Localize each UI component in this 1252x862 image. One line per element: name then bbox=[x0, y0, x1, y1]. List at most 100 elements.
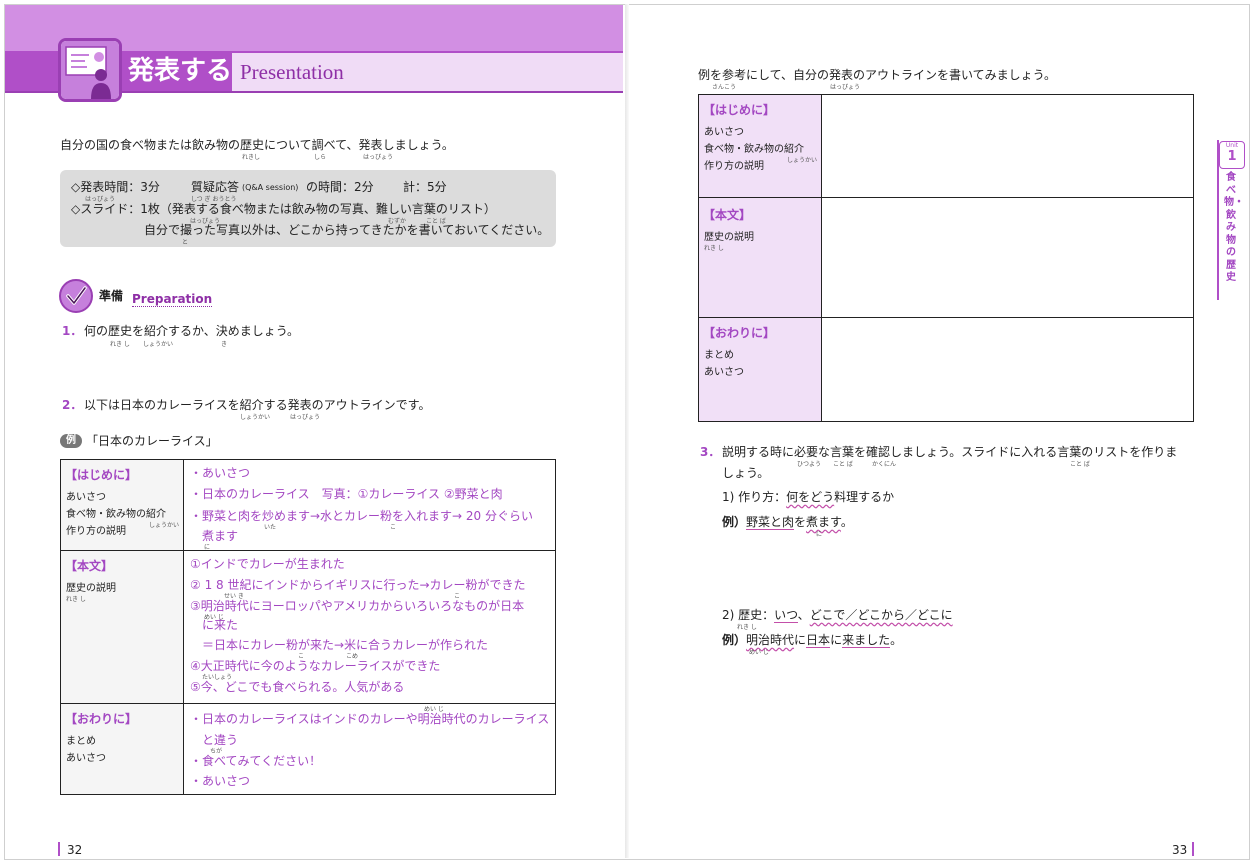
ruby: れきし bbox=[242, 154, 261, 161]
ruby: しょうかい bbox=[149, 522, 180, 529]
section-sub: あいさつ bbox=[66, 753, 106, 764]
page-number: 33 bbox=[1172, 843, 1188, 857]
outline-writing-area[interactable] bbox=[821, 317, 1194, 422]
info-box: ◇発表時間：3分 はっぴょう 質疑応答 しつ ぎ おうとう (Q&A sessi… bbox=[60, 170, 556, 247]
content-line: ・日本のカレーライス 写真：①カレーライス ②野菜と肉 bbox=[190, 487, 503, 501]
outline-label-cell: 【はじめに】 あいさつ 食べ物・飲み物の紹介 しょうかい 作り方の説明 bbox=[60, 459, 184, 551]
page-number-mark bbox=[58, 842, 60, 856]
ruby: しょうかい bbox=[240, 414, 271, 421]
section-heading: 【おわりに】 bbox=[703, 326, 776, 340]
info-qa-english: (Q&A session) bbox=[242, 183, 299, 192]
ruby: いた bbox=[264, 524, 277, 531]
section-heading: 【はじめに】 bbox=[65, 468, 138, 482]
content-line: ・あいさつ bbox=[190, 466, 251, 480]
content-line: ・野菜と肉を炒めます→水とカレー粉を入れます→ 20 分ぐらい bbox=[190, 509, 534, 523]
page-number: 32 bbox=[67, 843, 83, 857]
section-heading: 【本文】 bbox=[65, 559, 114, 573]
section-heading: 【おわりに】 bbox=[65, 712, 138, 726]
outline-label-cell: 【はじめに】 あいさつ 食べ物・飲み物の紹介 しょうかい 作り方の説明 bbox=[698, 94, 822, 198]
info-qa-label: 質疑応答 bbox=[191, 180, 240, 194]
table-row: 【本文】 歴史の説明 れき し ①インドでカレーが生まれた ② 1 8 世紀にイ… bbox=[60, 550, 556, 704]
ruby: しょうかい bbox=[787, 157, 818, 164]
page-number-mark bbox=[1192, 842, 1194, 856]
table-row: 【はじめに】 あいさつ 食べ物・飲み物の紹介 しょうかい 作り方の説明 bbox=[698, 94, 1194, 198]
table-row: 【おわりに】 まとめ あいさつ bbox=[698, 317, 1194, 422]
example-text: に bbox=[794, 633, 807, 647]
example-text: 。 bbox=[890, 633, 903, 647]
ruby: に bbox=[816, 531, 823, 538]
ruby: さんこう bbox=[712, 84, 737, 91]
section-heading: 【はじめに】 bbox=[703, 103, 776, 117]
info-photo-note: 自分で撮った写真以外は、どこから持ってきたかを書いておいてください。 bbox=[144, 223, 550, 237]
prep-label: 準備 bbox=[99, 289, 124, 303]
example-badge: 例 bbox=[60, 434, 82, 448]
outline-label-cell: 【おわりに】 まとめ あいさつ bbox=[60, 703, 184, 795]
q3-number: 3． bbox=[700, 445, 721, 459]
example-label: 例） bbox=[722, 633, 747, 647]
item1-keyword: 何をどう bbox=[786, 490, 835, 504]
page-title: 発表する bbox=[128, 56, 233, 86]
info-presentation-time: ◇発表時間：3分 bbox=[71, 180, 160, 194]
section-heading: 【本文】 bbox=[703, 208, 752, 222]
info-qa-time: の時間：2分 bbox=[306, 180, 374, 194]
item2-keyword: どこで／どこから／どこに bbox=[809, 608, 953, 622]
content-line: ⑤今、どこでも食べられる。人気がある bbox=[190, 680, 405, 694]
ruby: はっぴょう bbox=[363, 154, 394, 161]
ruby: れき し bbox=[704, 245, 724, 252]
presentation-icon bbox=[58, 38, 122, 102]
ruby: しら bbox=[314, 154, 327, 161]
item2-line: 2) 歴史：いつ、どこで／どこから／どこに bbox=[722, 607, 953, 623]
unit-title-vertical: 食べ物・飲み物の歴史 bbox=[1224, 172, 1244, 283]
content-line: ①インドでカレーが生まれた bbox=[190, 557, 345, 571]
outline-writing-area[interactable] bbox=[821, 197, 1194, 318]
item2-label: 2) 歴史： bbox=[722, 608, 775, 622]
q2-number: 2． bbox=[62, 398, 83, 412]
unit-badge: Unit 1 bbox=[1219, 141, 1245, 169]
section-sub: まとめ bbox=[66, 736, 96, 747]
section-sub: まとめ bbox=[704, 350, 734, 361]
example-keyword: 明治時代 bbox=[746, 633, 795, 647]
ruby: しょうかい bbox=[143, 341, 174, 348]
example-keyword: 日本 bbox=[806, 633, 831, 648]
outline-writing-area[interactable] bbox=[821, 94, 1194, 198]
ruby: こと ば bbox=[833, 461, 853, 468]
ruby: き bbox=[221, 341, 228, 348]
ruby: はっぴょう bbox=[290, 414, 321, 421]
item1-label: 1) 作り方： bbox=[722, 490, 787, 504]
outline-content-cell: ・あいさつ ・日本のカレーライス 写真：①カレーライス ②野菜と肉 ・野菜と肉を… bbox=[183, 459, 556, 551]
example-text: に bbox=[830, 633, 843, 647]
content-line: 煮ます bbox=[190, 529, 239, 543]
example-outline-table: 【はじめに】 あいさつ 食べ物・飲み物の紹介 しょうかい 作り方の説明 ・あいさ… bbox=[60, 459, 556, 795]
q3-text-line1: 説明する時に必要な言葉を確認しましょう。スライドに入れる言葉のリストを作りま bbox=[722, 445, 1178, 459]
content-line: に来た bbox=[190, 618, 239, 632]
section-sub: あいさつ bbox=[704, 367, 744, 378]
intro-text: 自分の国の食べ物または飲み物の歴史について調べて、発表しましょう。 bbox=[60, 138, 454, 152]
ruby: ひつよう bbox=[797, 461, 822, 468]
my-outline-table: 【はじめに】 あいさつ 食べ物・飲み物の紹介 しょうかい 作り方の説明 【本文】… bbox=[698, 94, 1194, 422]
example-label: 例） bbox=[722, 515, 747, 529]
example-keyword: 煮ます bbox=[806, 515, 841, 529]
table-row: 【はじめに】 あいさつ 食べ物・飲み物の紹介 しょうかい 作り方の説明 ・あいさ… bbox=[60, 459, 556, 551]
outline-label-cell: 【おわりに】 まとめ あいさつ bbox=[698, 317, 822, 422]
page-gutter bbox=[625, 4, 629, 858]
right-intro-text: 例を参考にして、自分の発表のアウトラインを書いてみましょう。 bbox=[698, 68, 1056, 82]
q2-text: 以下は日本のカレーライスを紹介する発表のアウトラインです。 bbox=[84, 398, 431, 412]
content-line: ＝日本にカレー粉が来た→米に合うカレーが作られた bbox=[190, 638, 489, 652]
prep-label-english: Preparation bbox=[132, 292, 213, 307]
table-row: 【おわりに】 まとめ あいさつ めい じ ・日本のカレーライスはインドのカレーや… bbox=[60, 703, 556, 795]
item1-rest: 料理するか bbox=[834, 490, 895, 504]
item2-example: 例）明治時代に日本に来ました。 bbox=[722, 632, 902, 648]
outline-label-cell: 【本文】 歴史の説明 れき し bbox=[60, 550, 184, 704]
q3-text-line2: しょう。 bbox=[722, 466, 770, 480]
info-slide: ◇スライド：1枚（発表する食べ物または飲み物の写真、難しい言葉のリスト） bbox=[71, 202, 496, 216]
ruby: こと ば bbox=[1070, 461, 1090, 468]
ruby: めい じ bbox=[749, 649, 769, 656]
content-line: ・日本のカレーライスはインドのカレーや明治時代のカレーライス bbox=[190, 712, 550, 726]
table-row: 【本文】 歴史の説明 れき し bbox=[698, 197, 1194, 318]
info-total-time: 計：5分 bbox=[403, 180, 447, 194]
ruby: れき し bbox=[66, 596, 86, 603]
ruby: と bbox=[182, 239, 189, 246]
section-sub: あいさつ bbox=[704, 127, 744, 138]
content-line: ・あいさつ bbox=[190, 774, 251, 788]
section-sub: 作り方の説明 bbox=[66, 526, 126, 537]
